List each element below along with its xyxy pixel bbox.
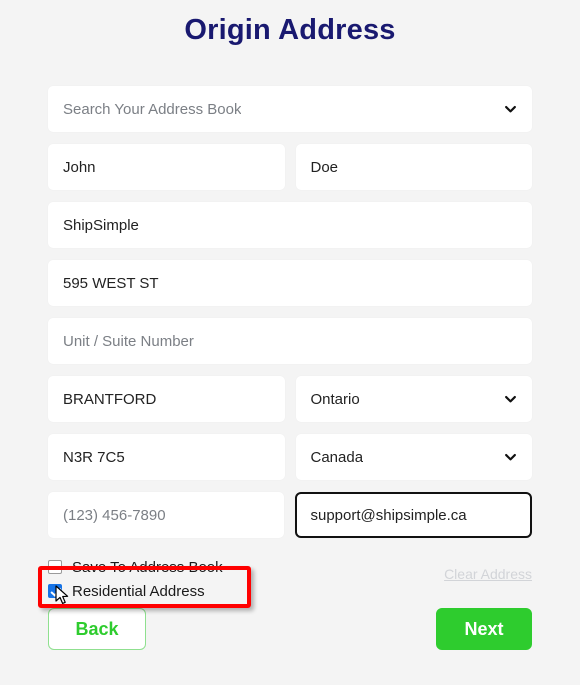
city-input[interactable]: BRANTFORD xyxy=(48,376,285,422)
chevron-down-icon xyxy=(504,103,517,116)
postal-country-row: N3R 7C5 Canada xyxy=(48,434,532,480)
postal-code-input[interactable]: N3R 7C5 xyxy=(48,434,285,480)
residential-address-checkbox-row[interactable]: Residential Address xyxy=(48,580,348,602)
origin-address-form: Search Your Address Book John Doe ShipSi… xyxy=(48,86,532,550)
first-name-input[interactable]: John xyxy=(48,144,285,190)
checkbox-group: Save To Address Book Residential Address xyxy=(48,556,348,604)
residential-address-label: Residential Address xyxy=(72,582,205,600)
residential-address-checkbox[interactable] xyxy=(48,584,62,598)
street-row: 595 WEST ST xyxy=(48,260,532,306)
form-actions: Back Next xyxy=(48,608,532,652)
phone-value: (123) 456-7890 xyxy=(63,506,166,524)
page-title-text: Origin Address xyxy=(184,14,396,46)
address-book-select[interactable]: Search Your Address Book xyxy=(48,86,532,132)
first-name-value: John xyxy=(63,158,96,176)
clear-address-link[interactable]: Clear Address xyxy=(444,566,532,582)
city-value: BRANTFORD xyxy=(63,390,157,408)
last-name-value: Doe xyxy=(310,158,339,176)
last-name-input[interactable]: Doe xyxy=(295,144,532,190)
name-row: John Doe xyxy=(48,144,532,190)
city-province-row: BRANTFORD Ontario xyxy=(48,376,532,422)
back-button[interactable]: Back xyxy=(48,608,146,650)
unit-row: Unit / Suite Number xyxy=(48,318,532,364)
save-to-address-book-checkbox[interactable] xyxy=(48,560,62,574)
street-address-input[interactable]: 595 WEST ST xyxy=(48,260,532,306)
province-value: Ontario xyxy=(310,390,360,408)
email-value: support@shipsimple.ca xyxy=(310,506,467,524)
company-input[interactable]: ShipSimple xyxy=(48,202,532,248)
save-to-address-book-checkbox-row[interactable]: Save To Address Book xyxy=(48,556,348,578)
province-select[interactable]: Ontario xyxy=(295,376,532,422)
email-input[interactable]: support@shipsimple.ca xyxy=(294,492,532,538)
country-select[interactable]: Canada xyxy=(295,434,532,480)
unit-suite-input[interactable]: Unit / Suite Number xyxy=(48,318,532,364)
phone-email-row: (123) 456-7890 support@shipsimple.ca xyxy=(48,492,532,538)
page-title: Origin Address xyxy=(0,0,580,47)
company-value: ShipSimple xyxy=(63,216,139,234)
chevron-down-icon xyxy=(504,451,517,464)
next-button[interactable]: Next xyxy=(436,608,532,650)
country-value: Canada xyxy=(310,448,364,466)
postal-code-value: N3R 7C5 xyxy=(63,448,125,466)
street-address-value: 595 WEST ST xyxy=(63,274,159,292)
company-row: ShipSimple xyxy=(48,202,532,248)
save-to-address-book-label: Save To Address Book xyxy=(72,558,223,576)
unit-suite-value: Unit / Suite Number xyxy=(63,332,194,350)
phone-input[interactable]: (123) 456-7890 xyxy=(48,492,284,538)
address-book-row: Search Your Address Book xyxy=(48,86,532,132)
chevron-down-icon xyxy=(504,393,517,406)
address-book-value: Search Your Address Book xyxy=(63,100,242,118)
